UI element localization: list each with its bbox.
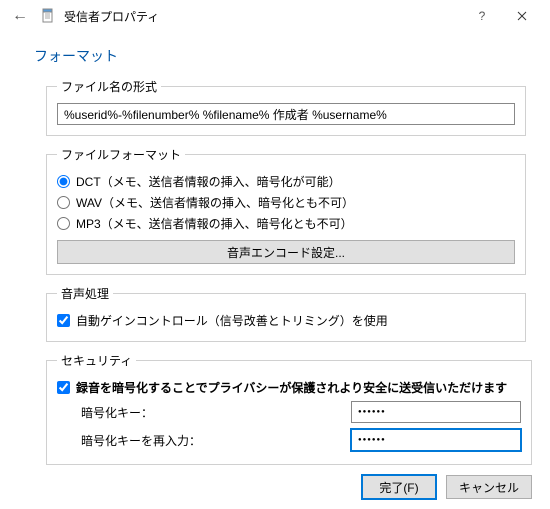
audio-processing-legend: 音声処理 [57, 285, 113, 302]
cancel-button[interactable]: キャンセル [446, 475, 532, 499]
radio-dct[interactable] [57, 175, 70, 188]
file-format-group: ファイルフォーマット DCT（メモ、送信者情報の挿入、暗号化が可能） WAV（メ… [46, 146, 526, 275]
agc-label: 自動ゲインコントロール（信号改善とトリミング）を使用 [76, 312, 388, 329]
encrypt-checkbox[interactable] [57, 381, 70, 394]
finish-button[interactable]: 完了(F) [362, 475, 436, 499]
filename-format-input[interactable] [57, 103, 515, 125]
encryption-key-confirm-input[interactable] [351, 429, 521, 451]
window-title: 受信者プロパティ [64, 8, 159, 25]
audio-processing-group: 音声処理 自動ゲインコントロール（信号改善とトリミング）を使用 [46, 285, 526, 342]
encryption-key-confirm-label: 暗号化キーを再入力： [81, 432, 351, 449]
radio-mp3[interactable] [57, 217, 70, 230]
back-button[interactable]: ← [8, 7, 32, 25]
encryption-key-input[interactable] [351, 401, 521, 423]
close-button[interactable] [502, 2, 542, 30]
agc-checkbox[interactable] [57, 314, 70, 327]
filename-format-group: ファイル名の形式 [46, 78, 526, 136]
audio-encode-settings-button[interactable]: 音声エンコード設定... [57, 240, 515, 264]
radio-wav[interactable] [57, 196, 70, 209]
help-button[interactable]: ? [462, 2, 502, 30]
radio-dct-label: DCT（メモ、送信者情報の挿入、暗号化が可能） [76, 173, 341, 190]
encrypt-label: 録音を暗号化することでプライバシーが保護されより安全に送受信いただけます [76, 379, 507, 396]
section-header: フォーマット [0, 32, 550, 78]
encryption-key-label: 暗号化キー： [81, 404, 351, 421]
security-legend: セキュリティ [57, 352, 136, 369]
document-icon [40, 8, 56, 24]
radio-mp3-label: MP3（メモ、送信者情報の挿入、暗号化とも不可） [76, 215, 353, 232]
file-format-legend: ファイルフォーマット [57, 146, 185, 163]
radio-wav-label: WAV（メモ、送信者情報の挿入、暗号化とも不可） [76, 194, 354, 211]
security-group: セキュリティ 録音を暗号化することでプライバシーが保護されより安全に送受信いただ… [46, 352, 532, 465]
filename-format-legend: ファイル名の形式 [57, 78, 161, 95]
